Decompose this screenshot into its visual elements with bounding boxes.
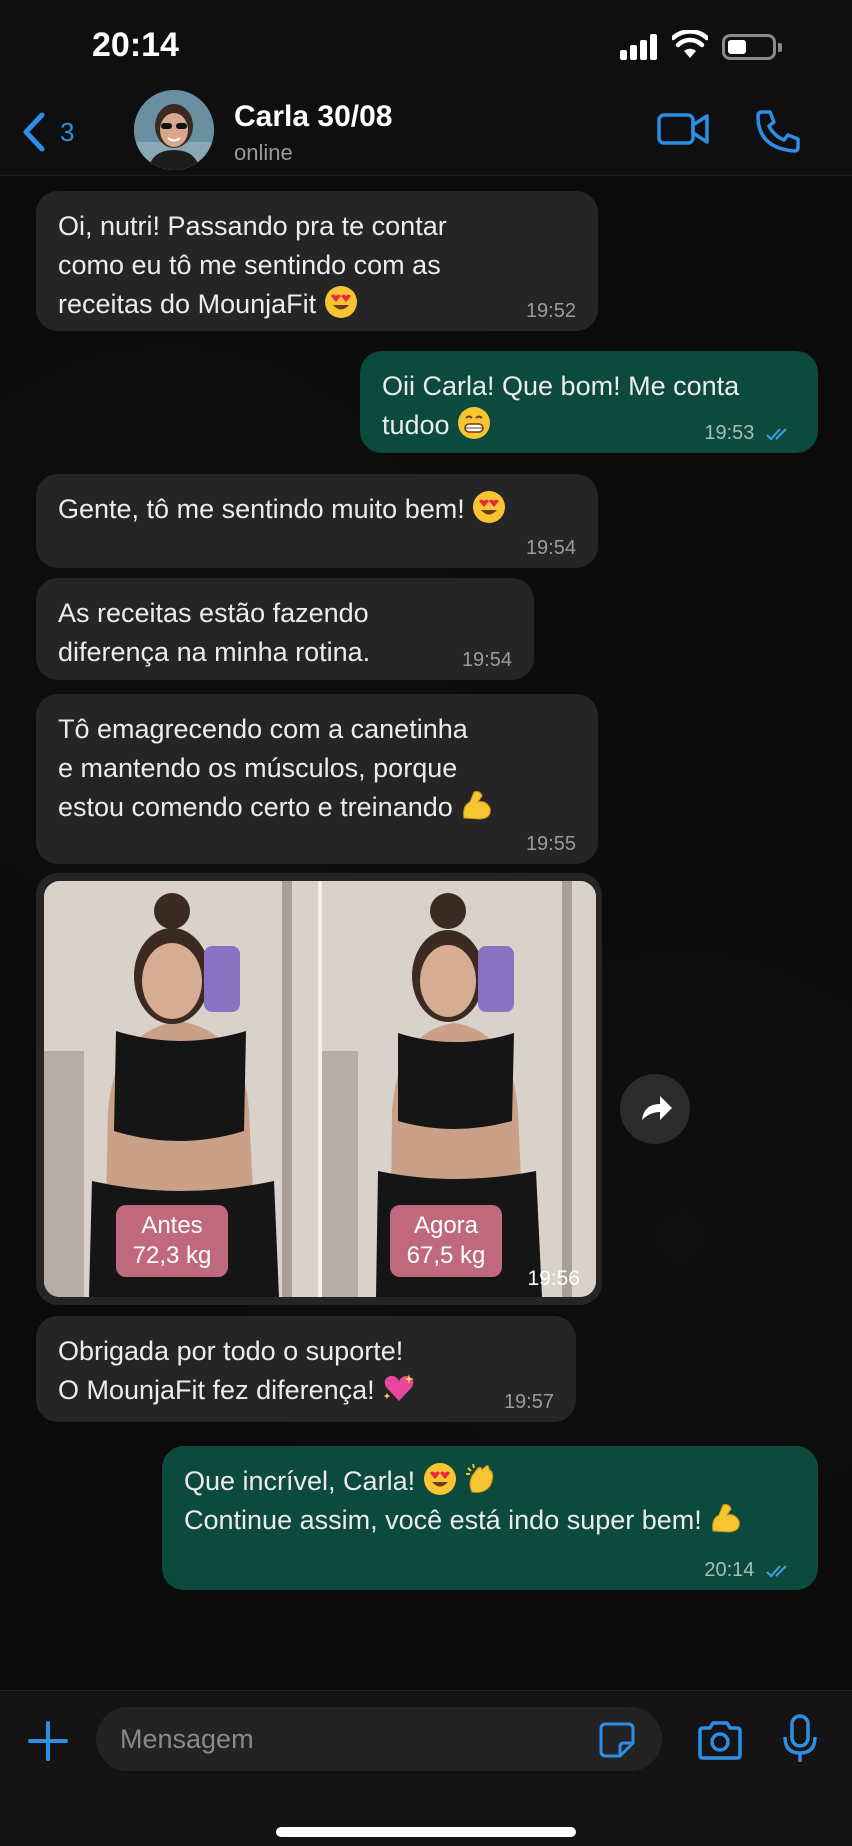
message-bubble[interactable]: Obrigada por todo o suporte! O MounjaFit…	[36, 1316, 576, 1422]
message-time: 19:54	[461, 649, 512, 671]
after-label: Agora	[413, 1212, 479, 1239]
chat-header: 3 Carla 30/08 online	[0, 90, 852, 176]
back-button[interactable]: 3	[20, 106, 100, 158]
message-text: Tô emagrecendo com a canetinha e mantend…	[58, 710, 576, 827]
forward-arrow-icon	[642, 1096, 672, 1120]
message-time: 19:56	[527, 1267, 580, 1290]
message-time: 19:54	[525, 537, 576, 559]
message-time: 19:55	[525, 833, 576, 855]
cellular-signal-icon	[620, 34, 660, 60]
double-check-icon	[766, 1565, 787, 1578]
after-photo[interactable]: Agora 67,5 kg	[322, 881, 596, 1297]
before-weight: 72,3 kg	[132, 1242, 212, 1269]
unread-count: 3	[60, 116, 75, 147]
message-time: 19:53	[704, 422, 755, 444]
sticker-icon[interactable]	[598, 1721, 636, 1759]
photo-message-bubble[interactable]: Antes 72,3 kg Agora 67,5 kg 19:56	[36, 873, 602, 1305]
message-bubble[interactable]: Oi, nutri! Passando pra te contar como e…	[36, 191, 598, 331]
double-check-icon	[766, 428, 787, 441]
heart-eyes-emoji-icon	[473, 491, 506, 523]
message-input[interactable]	[96, 1707, 662, 1771]
battery-icon	[722, 34, 782, 60]
after-weight-tag: Agora 67,5 kg	[390, 1205, 502, 1277]
message-text: Gente, tô me sentindo muito bem!	[58, 490, 576, 529]
home-indicator	[276, 1827, 576, 1837]
message-bubble[interactable]: Tô emagrecendo com a canetinha e mantend…	[36, 694, 598, 864]
contact-status: online	[234, 140, 293, 165]
avatar[interactable]	[134, 90, 214, 170]
heart-eyes-emoji-icon	[423, 1463, 456, 1495]
message-text: As receitas estão fazendo diferença na m…	[58, 598, 371, 667]
chevron-left-icon	[23, 112, 45, 152]
message-composer	[0, 1690, 852, 1846]
camera-button[interactable]	[696, 1719, 744, 1761]
flexed-biceps-emoji-icon	[463, 791, 492, 820]
message-time: 19:52	[525, 300, 576, 322]
clapping-hands-emoji-icon	[466, 1463, 494, 1493]
status-bar: 20:14	[0, 0, 852, 90]
flexed-biceps-emoji-icon	[712, 1504, 741, 1533]
attach-plus-button[interactable]	[26, 1719, 70, 1763]
before-photo[interactable]: Antes 72,3 kg	[44, 881, 318, 1297]
phone-call-button[interactable]	[754, 108, 802, 154]
message-bubble-outgoing[interactable]: Que incrível, Carla! Continue assim, voc…	[162, 1446, 818, 1590]
message-bubble[interactable]: Gente, tô me sentindo muito bem! 19:54	[36, 474, 598, 568]
microphone-button[interactable]	[782, 1713, 818, 1765]
message-bubble[interactable]: As receitas estão fazendo diferença na m…	[36, 578, 534, 680]
after-weight: 67,5 kg	[406, 1242, 486, 1269]
heart-eyes-emoji-icon	[324, 286, 357, 318]
status-time: 20:14	[92, 26, 179, 64]
contact-name[interactable]: Carla 30/08	[234, 100, 392, 134]
message-time: 19:57	[503, 1391, 554, 1413]
wifi-icon	[672, 30, 708, 58]
message-bubble-outgoing[interactable]: Oii Carla! Que bom! Me conta tudoo 19:53	[360, 351, 818, 453]
sparkling-heart-emoji-icon	[384, 1374, 415, 1401]
message-text: Que incrível, Carla! Continue assim, voc…	[184, 1462, 796, 1540]
forward-button[interactable]	[620, 1074, 690, 1144]
message-text: Obrigada por todo o suporte! O MounjaFit…	[58, 1332, 554, 1410]
before-label: Antes	[141, 1212, 203, 1239]
video-call-button[interactable]	[656, 108, 710, 150]
message-text: Oi, nutri! Passando pra te contar como e…	[58, 211, 447, 319]
grin-emoji-icon	[458, 407, 491, 439]
message-time: 20:14	[704, 1559, 755, 1581]
before-weight-tag: Antes 72,3 kg	[116, 1205, 228, 1277]
